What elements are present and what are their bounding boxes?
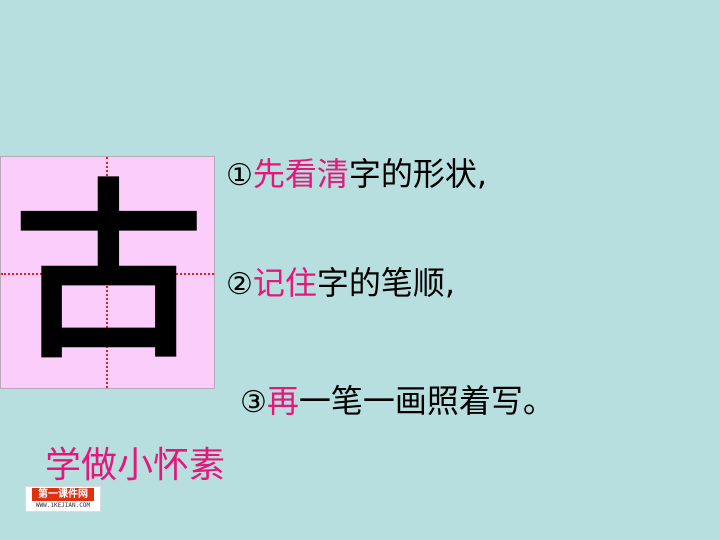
- character-practice-box: 古: [0, 156, 215, 389]
- step-2-text: 字的笔顺,: [316, 264, 456, 302]
- site-logo: 第一课件网 WWW.1KEJIAN.COM: [25, 486, 101, 512]
- lesson-heading: 学做小怀素: [45, 445, 226, 486]
- step-2-number: ②: [226, 267, 253, 302]
- step-1-number: ①: [226, 158, 253, 193]
- step-1: ①先看清字的形状,: [226, 158, 487, 191]
- logo-name: 第一课件网: [32, 488, 94, 501]
- step-2-highlight: 记住: [252, 264, 317, 302]
- step-3-number: ③: [240, 385, 267, 420]
- step-3-highlight: 再: [266, 382, 299, 420]
- step-3: ③再一笔一画照着写。: [240, 385, 555, 418]
- step-1-text: 字的形状,: [348, 155, 488, 193]
- step-1-highlight: 先看清: [252, 155, 349, 193]
- step-2: ②记住字的笔顺,: [226, 267, 455, 300]
- logo-url: WWW.1KEJIAN.COM: [35, 502, 91, 509]
- practice-character: 古: [13, 162, 204, 384]
- step-3-text: 一笔一画照着写。: [298, 382, 555, 420]
